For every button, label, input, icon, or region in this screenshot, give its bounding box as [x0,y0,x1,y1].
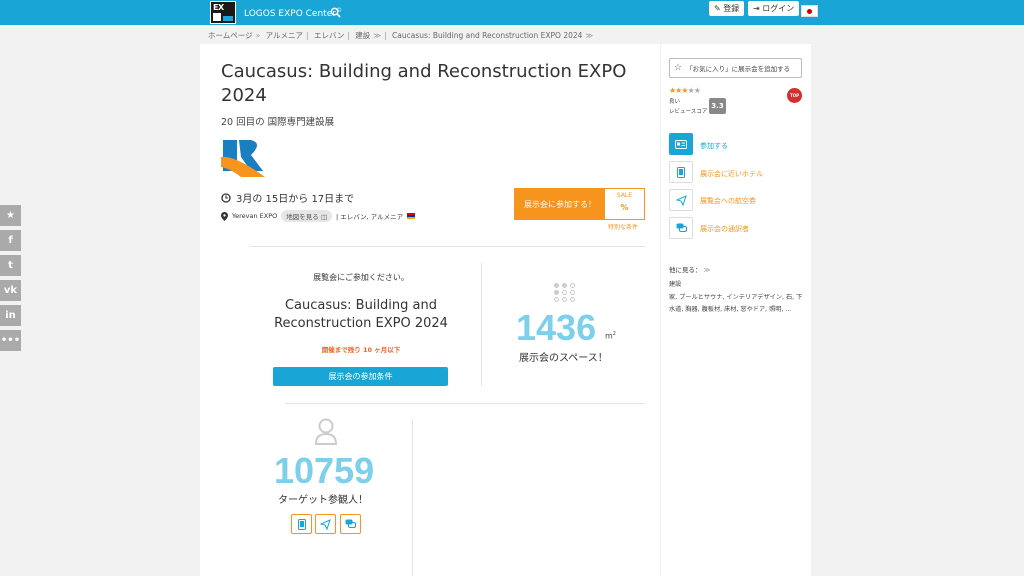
hotel-button[interactable] [291,514,312,534]
invite-title: Caucasus: Building and Reconstruction EX… [274,298,448,331]
visitors-label: ターゲット参観人！ [278,495,368,506]
countdown-text: 開催まで残り 10 ヶ月以下 [321,346,401,354]
person-icon [314,418,338,445]
rating-stars: ★★★★★ [669,86,701,95]
interpreter-icon-button[interactable] [669,217,693,239]
sidebar-item-interpreter[interactable]: 展示会の通訳者 [700,224,749,234]
participate-icon-button[interactable] [669,133,693,155]
event-logo [221,140,265,177]
interpreter-button[interactable] [340,514,361,534]
space-label: 展示会のスペース！ [519,353,608,364]
visitors-value: 10759 [274,450,375,491]
login-button[interactable]: ⇥ ログイン [748,1,800,16]
chat-icon [345,519,356,528]
related-tags: 建設 家, プールとサウナ, インテリアデザイン, 石, 下水道, 胸器, 腹板… [669,279,805,317]
map-pin-icon [221,211,228,221]
phone-icon [677,166,685,178]
edit-icon: ✎ [714,4,721,13]
join-exhibition-button[interactable]: 展示会に参加する！ SALE % [514,188,645,220]
breadcrumb-home[interactable]: ホームページ [208,31,253,40]
chevron-down-icon[interactable]: ≫ [373,31,381,40]
japan-flag-icon[interactable] [801,5,818,17]
phone-icon [297,518,306,530]
venue-location[interactable]: | エレバン, アルメニア [336,211,403,221]
plane-icon [320,518,331,530]
site-logo[interactable]: EX [210,1,236,24]
divider [285,403,645,404]
review-score: 3.3 [709,98,726,114]
linkedin-icon[interactable]: in [0,305,21,326]
breadcrumb-country[interactable]: アルメニア [266,31,303,40]
divider [481,263,482,386]
breadcrumb-category[interactable]: 建設 [355,31,370,40]
id-card-icon [675,139,687,149]
star-icon: ★ [693,86,701,95]
register-button[interactable]: ✎ 登録 [709,1,745,16]
invite-text: 展覧会にご参加ください。 [313,273,409,282]
divider [249,246,645,247]
breadcrumb-current: Caucasus: Building and Reconstruction EX… [392,31,583,40]
breadcrumb: ホームページ» アルメニア | エレバン | 建設 ≫ | Caucasus: Buil… [208,31,594,40]
special-conditions-link[interactable]: 特別な条件 [608,222,638,231]
facebook-icon[interactable]: f [0,230,21,251]
chevron-down-icon[interactable]: ≫ [585,31,593,40]
top-badge: TOP [787,88,802,103]
event-subtitle: 20 回目の 国際専門建設展 [221,117,335,128]
space-unit: m2 [605,331,616,341]
twitter-icon[interactable]: t [0,255,21,276]
see-also[interactable]: 他に見る： ≫ [669,264,710,274]
review-label[interactable]: レビュースコア [669,107,707,115]
chevron-down-icon: ≫ [703,266,711,274]
tags-heading[interactable]: 建設 [669,279,805,292]
chat-icon [676,223,687,232]
event-venue: Yerevan EXPO 地図を見る ◫ | エレバン, アルメニア [221,210,416,222]
login-icon: ⇥ [753,4,760,13]
add-favorite-button[interactable]: ☆ 「お気に入り」に展示会を追加する [669,58,802,78]
join-label: 展示会に参加する！ [515,189,605,219]
more-icon[interactable]: ••• [0,330,21,351]
flights-button[interactable] [315,514,336,534]
sidebar-item-flights[interactable]: 展覧会への航空券 [700,196,756,206]
search-icon[interactable] [330,7,341,18]
plane-icon [675,194,687,206]
brand-name[interactable]: LOGOS EXPO Center© [244,7,342,19]
top-bar: EX LOGOS EXPO Center© ✎ 登録 ⇥ ログイン [0,0,1024,25]
venue-name[interactable]: Yerevan EXPO [232,212,277,220]
tags-list[interactable]: 家, プールとサウナ, インテリアデザイン, 石, 下水道, 胸器, 腹板材, … [669,292,805,317]
vk-icon[interactable]: vk [0,280,21,301]
event-dates: 3月の 15日から 17日まで [221,190,354,205]
page-title: Caucasus: Building and Reconstruction EX… [221,61,627,106]
sale-badge: SALE % [605,189,644,219]
rating-word: 良い [669,99,681,105]
map-button[interactable]: 地図を見る ◫ [281,210,332,222]
hotels-icon-button[interactable] [669,161,693,183]
breadcrumb-city[interactable]: エレバン [314,31,344,40]
sidebar-item-participate[interactable]: 参加する [700,141,728,151]
divider [412,419,413,576]
flights-icon-button[interactable] [669,189,693,211]
favorite-star-icon[interactable]: ★ [0,205,21,226]
space-value: 1436 [516,307,597,348]
participation-conditions-button[interactable]: 展示会の参加条件 [273,367,448,386]
star-outline-icon: ☆ [674,63,683,73]
armenia-flag-icon [407,213,416,219]
grid-dots-icon [554,283,580,302]
sidebar-item-hotels[interactable]: 展示会に近いホテル [700,169,763,179]
clock-icon [221,192,231,203]
